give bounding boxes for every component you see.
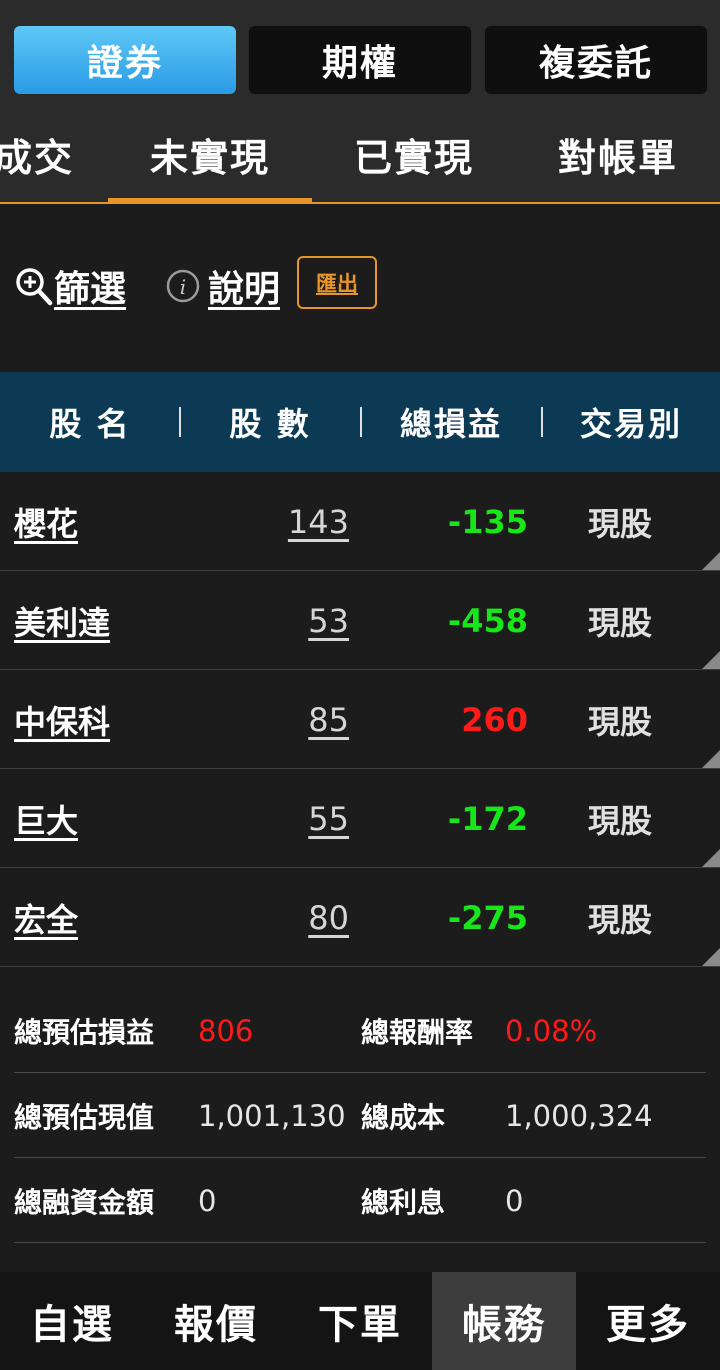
summary-row: 總融資金額 0 總利息 0 — [14, 1158, 706, 1243]
table-row[interactable]: 美利達 53 -458 現股 — [0, 571, 720, 670]
help-label: 說明 — [208, 269, 281, 310]
header-divider — [360, 407, 362, 437]
segment-options[interactable]: 期權 — [249, 26, 471, 94]
stock-name-link[interactable]: 中保科 — [14, 670, 110, 769]
trade-type: 現股 — [588, 801, 653, 840]
interest-value: 0 — [505, 1183, 524, 1218]
trade-type: 現股 — [588, 702, 653, 741]
help-button[interactable]: i 說明 — [166, 260, 280, 312]
header-trade-type[interactable]: 交易別 — [542, 372, 720, 472]
header-stock-name[interactable]: 股 名 — [0, 372, 180, 472]
row-expand-indicator[interactable] — [702, 552, 720, 570]
total-pl-value: -275 — [447, 898, 528, 937]
info-icon: i — [166, 269, 200, 303]
table-row[interactable]: 櫻花 143 -135 現股 — [0, 472, 720, 571]
interest-label: 總利息 — [361, 1185, 446, 1219]
trade-type: 現股 — [588, 603, 653, 642]
filter-button[interactable]: 篩選 — [14, 260, 126, 312]
tab-filled[interactable]: 成交 — [0, 106, 108, 202]
margin-value: 0 — [198, 1183, 217, 1218]
nav-quotes[interactable]: 報價 — [144, 1272, 288, 1370]
return-value: 0.08% — [505, 1013, 598, 1048]
svg-text:i: i — [180, 275, 186, 299]
stock-name-link[interactable]: 宏全 — [14, 868, 78, 967]
row-expand-indicator[interactable] — [702, 948, 720, 966]
cost-label: 總成本 — [361, 1100, 446, 1134]
account-tabs: 成交 未實現 已實現 對帳單 — [0, 106, 720, 204]
nav-watchlist[interactable]: 自選 — [0, 1272, 144, 1370]
total-pl-value: -135 — [447, 502, 528, 541]
cost-value: 1,000,324 — [505, 1098, 653, 1133]
summary-row: 總預估現值 1,001,130 總成本 1,000,324 — [14, 1073, 706, 1158]
toolbar: 篩選 i 說明 匯出 — [0, 204, 720, 372]
tab-unrealized[interactable]: 未實現 — [108, 106, 312, 204]
header-shares[interactable]: 股 數 — [180, 372, 360, 472]
est-value-label: 總預估現值 — [14, 1100, 155, 1134]
header-total-pl[interactable]: 總損益 — [360, 372, 542, 472]
export-button[interactable]: 匯出 — [297, 256, 377, 309]
table-row[interactable]: 中保科 85 260 現股 — [0, 670, 720, 769]
filter-label: 篩選 — [54, 269, 127, 310]
summary-row: 總預估損益 806 總報酬率 0.08% — [14, 988, 706, 1073]
shares-link[interactable]: 80 — [308, 868, 349, 967]
est-pl-value: 806 — [198, 1013, 254, 1048]
nav-order[interactable]: 下單 — [288, 1272, 432, 1370]
shares-link[interactable]: 55 — [308, 769, 349, 868]
tab-statement[interactable]: 對帳單 — [516, 106, 720, 202]
row-expand-indicator[interactable] — [702, 750, 720, 768]
return-label: 總報酬率 — [361, 1015, 474, 1049]
row-expand-indicator[interactable] — [702, 849, 720, 867]
total-pl-value: 260 — [461, 700, 528, 739]
shares-link[interactable]: 53 — [308, 571, 349, 670]
est-value-value: 1,001,130 — [198, 1098, 346, 1133]
margin-label: 總融資金額 — [14, 1185, 155, 1219]
segment-securities[interactable]: 證券 — [14, 26, 236, 94]
search-plus-icon — [16, 268, 53, 306]
total-pl-value: -458 — [447, 601, 528, 640]
bottom-navigation: 自選 報價 下單 帳務 更多 — [0, 1272, 720, 1370]
trade-type: 現股 — [588, 900, 653, 939]
nav-more[interactable]: 更多 — [576, 1272, 720, 1370]
segment-sub-brokerage[interactable]: 複委託 — [485, 26, 707, 94]
shares-link[interactable]: 85 — [308, 670, 349, 769]
stock-name-link[interactable]: 櫻花 — [14, 472, 78, 571]
stock-name-link[interactable]: 巨大 — [14, 769, 78, 868]
total-pl-value: -172 — [447, 799, 528, 838]
table-row[interactable]: 宏全 80 -275 現股 — [0, 868, 720, 967]
holdings-list: 櫻花 143 -135 現股 美利達 53 -458 現股 中保科 85 260… — [0, 472, 720, 967]
market-segment-bar: 證券 期權 複委託 — [0, 0, 720, 106]
nav-account[interactable]: 帳務 — [432, 1272, 576, 1370]
row-expand-indicator[interactable] — [702, 651, 720, 669]
header-divider — [541, 407, 543, 437]
shares-link[interactable]: 143 — [288, 472, 349, 571]
table-row[interactable]: 巨大 55 -172 現股 — [0, 769, 720, 868]
stock-name-link[interactable]: 美利達 — [14, 571, 110, 670]
header-divider — [179, 407, 181, 437]
trade-type: 現股 — [588, 504, 653, 543]
tab-realized[interactable]: 已實現 — [312, 106, 516, 202]
est-pl-label: 總預估損益 — [14, 1015, 155, 1049]
